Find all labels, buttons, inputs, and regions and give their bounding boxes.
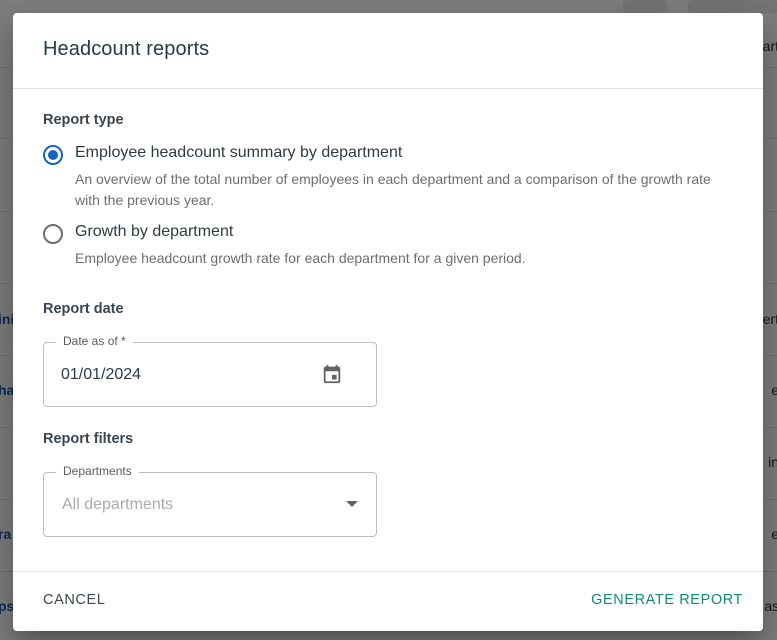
radio-option-description: Employee headcount growth rate for each …	[75, 250, 526, 266]
generate-report-button[interactable]: GENERATE REPORT	[591, 592, 743, 608]
headcount-reports-dialog: Headcount reports Report type Employee h…	[13, 13, 763, 631]
report-filters-label: Report filters	[43, 431, 134, 447]
departments-select[interactable]: Departments All departments	[43, 464, 377, 537]
calendar-icon[interactable]	[321, 363, 343, 385]
radio-option-description: An overview of the total number of emplo…	[75, 171, 711, 208]
date-field-label: Date as of *	[56, 334, 133, 348]
report-date-label: Report date	[43, 301, 124, 317]
cancel-button[interactable]: CANCEL	[43, 592, 105, 608]
radio-option-headcount-summary[interactable]: Employee headcount summary by department…	[43, 144, 723, 209]
radio-selected-dot	[48, 150, 58, 160]
radio-option-label: Employee headcount summary by department	[75, 144, 403, 161]
radio-button-unchecked[interactable]	[43, 224, 63, 244]
dialog-header: Headcount reports	[13, 13, 763, 89]
departments-placeholder: All departments	[62, 496, 174, 513]
dialog-title: Headcount reports	[43, 38, 210, 60]
radio-button-checked[interactable]	[43, 145, 63, 165]
departments-field-label: Departments	[56, 464, 139, 478]
date-as-of-field[interactable]: Date as of * 01/01/2024	[43, 334, 377, 407]
date-field-value[interactable]: 01/01/2024	[61, 366, 141, 384]
radio-option-label: Growth by department	[75, 223, 234, 240]
radio-option-growth-by-department[interactable]: Growth by department Employee headcount …	[43, 223, 723, 269]
report-type-label: Report type	[43, 112, 124, 128]
dialog-footer: CANCEL GENERATE REPORT	[13, 571, 763, 631]
dropdown-caret-icon[interactable]	[346, 501, 358, 507]
